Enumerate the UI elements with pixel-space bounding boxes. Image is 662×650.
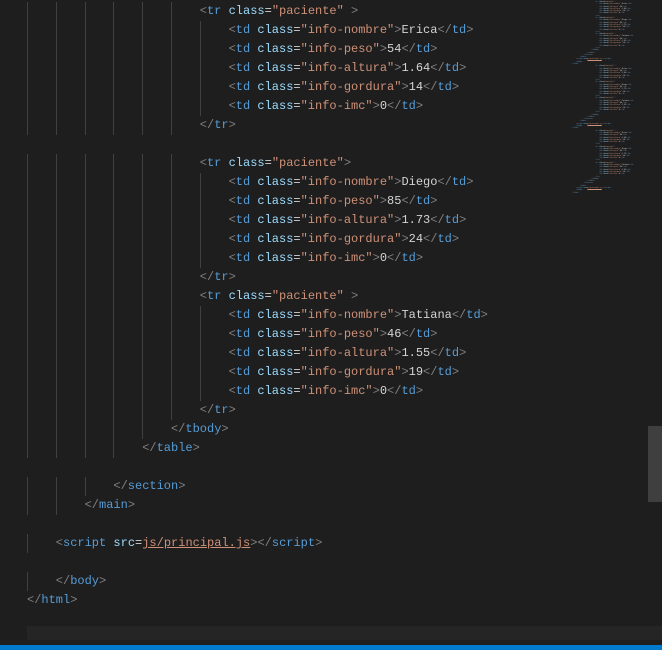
code-line[interactable] (27, 135, 570, 154)
code-line[interactable]: </html> (27, 591, 570, 610)
code-line[interactable] (27, 458, 570, 477)
code-line[interactable]: <tr class="paciente" > (27, 287, 570, 306)
code-line[interactable]: </tr> (27, 268, 570, 287)
code-line[interactable]: <td class="info-gordura">14</td> (27, 78, 570, 97)
status-bar[interactable] (0, 645, 662, 650)
code-line[interactable]: <td class="info-altura">1.55</td> (27, 344, 570, 363)
code-line[interactable]: </body> (27, 572, 570, 591)
code-line[interactable]: <td class="info-imc">0</td> (27, 97, 570, 116)
code-line[interactable] (27, 553, 570, 572)
code-line[interactable]: </tbody> (27, 420, 570, 439)
vertical-scrollbar-thumb[interactable] (648, 426, 662, 502)
code-line[interactable]: </section> (27, 477, 570, 496)
code-line[interactable] (27, 515, 570, 534)
code-line[interactable]: <td class="info-nombre">Erica</td> (27, 21, 570, 40)
code-line[interactable]: <td class="info-peso">54</td> (27, 40, 570, 59)
code-line[interactable]: </table> (27, 439, 570, 458)
code-line[interactable]: <td class="info-imc">0</td> (27, 382, 570, 401)
code-line[interactable]: <td class="info-peso">85</td> (27, 192, 570, 211)
code-line[interactable]: </main> (27, 496, 570, 515)
minimap[interactable]: <tr class="paciente" > <td class="info-n… (570, 0, 648, 640)
vertical-scrollbar-track[interactable] (648, 0, 662, 640)
code-editor[interactable]: <tr class="paciente" > <td class="info-n… (0, 0, 570, 650)
panel-header[interactable] (27, 626, 662, 640)
code-line[interactable]: <td class="info-peso">46</td> (27, 325, 570, 344)
code-line[interactable]: <td class="info-gordura">19</td> (27, 363, 570, 382)
code-line[interactable]: <td class="info-nombre">Tatiana</td> (27, 306, 570, 325)
code-line[interactable]: <td class="info-altura">1.64</td> (27, 59, 570, 78)
code-line[interactable]: <tr class="paciente" > (27, 2, 570, 21)
code-line[interactable]: </tr> (27, 116, 570, 135)
code-line[interactable]: <td class="info-gordura">24</td> (27, 230, 570, 249)
code-line[interactable]: <tr class="paciente"> (27, 154, 570, 173)
code-line[interactable]: <td class="info-nombre">Diego</td> (27, 173, 570, 192)
code-line[interactable]: <td class="info-altura">1.73</td> (27, 211, 570, 230)
code-line[interactable]: </tr> (27, 401, 570, 420)
code-line[interactable]: <script src=js/principal.js></script> (27, 534, 570, 553)
code-line[interactable]: <td class="info-imc">0</td> (27, 249, 570, 268)
